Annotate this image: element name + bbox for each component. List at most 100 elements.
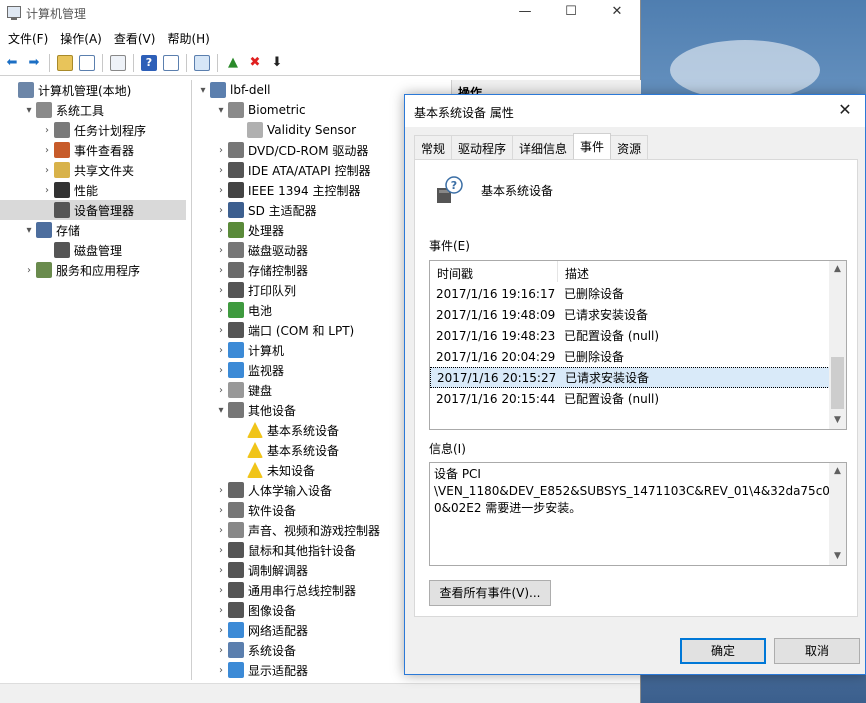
back-arrow-icon[interactable]: ⬅ (2, 53, 22, 73)
event-row[interactable]: 2017/1/16 19:48:23 已配置设备 (null) (430, 325, 846, 346)
event-description: 已删除设备 (564, 287, 625, 301)
update-driver-icon[interactable]: ▲ (223, 53, 243, 73)
uninstall-device-icon[interactable]: ✖ (245, 53, 265, 73)
event-row[interactable]: 2017/1/16 19:48:09 已请求安装设备 (430, 304, 846, 325)
tree-node-icon (36, 222, 52, 238)
view-all-events-button[interactable]: 查看所有事件(V)... (429, 580, 551, 606)
expand-chevron-icon[interactable]: › (40, 185, 54, 196)
expand-chevron-icon[interactable]: › (214, 145, 228, 156)
tree-node-icon (54, 202, 70, 218)
expand-chevron-icon[interactable]: › (214, 565, 228, 576)
expand-chevron-icon[interactable]: › (214, 185, 228, 196)
tree-item[interactable]: 磁盘管理 (0, 240, 186, 260)
column-description[interactable]: 描述 (558, 261, 596, 282)
expand-chevron-icon[interactable]: › (22, 265, 36, 276)
expand-chevron-icon[interactable]: › (214, 625, 228, 636)
tree-item[interactable]: › 事件查看器 (0, 140, 186, 160)
close-button[interactable]: ✕ (594, 0, 640, 26)
minimize-button[interactable]: — (502, 0, 548, 26)
event-row[interactable]: 2017/1/16 20:15:27 已请求安装设备 (430, 367, 846, 388)
scroll-up-icon[interactable]: ▲ (829, 463, 846, 480)
tree-item[interactable]: › 共享文件夹 (0, 160, 186, 180)
expand-chevron-icon[interactable]: › (40, 165, 54, 176)
menu-file[interactable]: 文件(F) (2, 30, 54, 47)
tree-item[interactable]: 计算机管理(本地) (0, 80, 186, 100)
tree-item[interactable]: 设备管理器 (0, 200, 186, 220)
tab-driver[interactable]: 驱动程序 (451, 135, 514, 159)
expand-chevron-icon[interactable]: › (214, 285, 228, 296)
up-folder-icon[interactable] (55, 53, 75, 73)
expand-chevron-icon[interactable]: › (40, 125, 54, 136)
menu-help[interactable]: 帮助(H) (161, 30, 215, 47)
events-scrollbar[interactable]: ▲ ▼ (829, 261, 846, 429)
expand-chevron-icon[interactable]: ▾ (214, 405, 228, 416)
expand-chevron-icon[interactable]: ▾ (196, 85, 210, 96)
tab-details[interactable]: 详细信息 (512, 135, 575, 159)
events-list[interactable]: 时间戳 描述 2017/1/16 19:16:17 已删除设备 2017/1/16 … (429, 260, 847, 430)
expand-chevron-icon[interactable]: ▾ (22, 105, 36, 116)
expand-chevron-icon[interactable]: › (214, 225, 228, 236)
expand-chevron-icon[interactable]: › (214, 325, 228, 336)
tree-item[interactable]: ▾ 存储 (0, 220, 186, 240)
expand-chevron-icon[interactable]: › (214, 585, 228, 596)
scroll-down-icon[interactable]: ▼ (829, 548, 846, 565)
action-pane-icon[interactable] (161, 53, 181, 73)
maximize-button[interactable]: ☐ (548, 0, 594, 26)
expand-chevron-icon[interactable]: › (214, 665, 228, 676)
expand-chevron-icon[interactable]: › (40, 145, 54, 156)
horizontal-scrollbar[interactable] (0, 683, 640, 703)
tab-resources[interactable]: 资源 (610, 135, 649, 159)
expand-chevron-icon[interactable]: › (214, 165, 228, 176)
expand-chevron-icon[interactable]: › (214, 605, 228, 616)
expand-chevron-icon[interactable]: › (214, 365, 228, 376)
menu-action[interactable]: 操作(A) (54, 30, 108, 47)
expand-chevron-icon[interactable]: › (214, 345, 228, 356)
event-description: 已配置设备 (null) (564, 392, 660, 406)
scroll-down-icon[interactable]: ▼ (829, 412, 846, 429)
event-row[interactable]: 2017/1/16 20:15:44 已配置设备 (null) (430, 388, 846, 409)
expand-chevron-icon[interactable]: › (214, 265, 228, 276)
column-timestamp[interactable]: 时间戳 (430, 261, 558, 282)
expand-chevron-icon[interactable]: › (214, 485, 228, 496)
expand-chevron-icon[interactable]: › (214, 305, 228, 316)
expand-chevron-icon[interactable]: › (214, 645, 228, 656)
dialog-title-bar: 基本系统设备 属性 ✕ (405, 95, 865, 127)
device-category-icon (228, 362, 244, 378)
event-row[interactable]: 2017/1/16 19:16:17 已删除设备 (430, 283, 846, 304)
tree-item[interactable]: › 任务计划程序 (0, 120, 186, 140)
device-category-icon (228, 342, 244, 358)
event-row[interactable]: 2017/1/16 20:04:29 已删除设备 (430, 346, 846, 367)
tree-item[interactable]: › 服务和应用程序 (0, 260, 186, 280)
device-tree-label: 打印队列 (248, 283, 297, 298)
dialog-close-button[interactable]: ✕ (825, 95, 865, 127)
expand-chevron-icon[interactable]: › (214, 505, 228, 516)
disable-device-icon[interactable]: ⬇ (267, 53, 287, 73)
cancel-button[interactable]: 取消 (774, 638, 860, 664)
menu-view[interactable]: 查看(V) (108, 30, 162, 47)
properties-icon[interactable] (108, 53, 128, 73)
expand-chevron-icon[interactable]: › (214, 545, 228, 556)
tab-general[interactable]: 常规 (414, 135, 453, 159)
expand-chevron-icon[interactable]: › (214, 245, 228, 256)
expand-chevron-icon[interactable]: › (214, 205, 228, 216)
event-timestamp: 2017/1/16 20:15:44 (436, 391, 556, 406)
show-hide-tree-icon[interactable] (77, 53, 97, 73)
scan-hardware-icon[interactable] (192, 53, 212, 73)
help-icon[interactable]: ? (139, 53, 159, 73)
info-scrollbar[interactable]: ▲ ▼ (829, 463, 846, 565)
ok-button[interactable]: 确定 (680, 638, 766, 664)
forward-arrow-icon[interactable]: ➡ (24, 53, 44, 73)
scroll-thumb[interactable] (831, 357, 844, 409)
scroll-up-icon[interactable]: ▲ (829, 261, 846, 278)
expand-chevron-icon[interactable]: › (214, 385, 228, 396)
expand-chevron-icon[interactable]: ▾ (22, 225, 36, 236)
tree-item[interactable]: › 性能 (0, 180, 186, 200)
expand-chevron-icon[interactable]: ▾ (214, 105, 228, 116)
expand-chevron-icon[interactable]: › (214, 525, 228, 536)
tab-events[interactable]: 事件 (573, 133, 612, 159)
event-timestamp: 2017/1/16 19:48:23 (436, 328, 556, 343)
info-textbox[interactable]: 设备 PCI \VEN_1180&DEV_E852&SUBSYS_1471103… (429, 462, 847, 566)
tree-item-label: 磁盘管理 (74, 243, 123, 258)
tree-item[interactable]: ▾ 系统工具 (0, 100, 186, 120)
menu-bar: 文件(F) 操作(A) 查看(V) 帮助(H) (0, 26, 640, 50)
